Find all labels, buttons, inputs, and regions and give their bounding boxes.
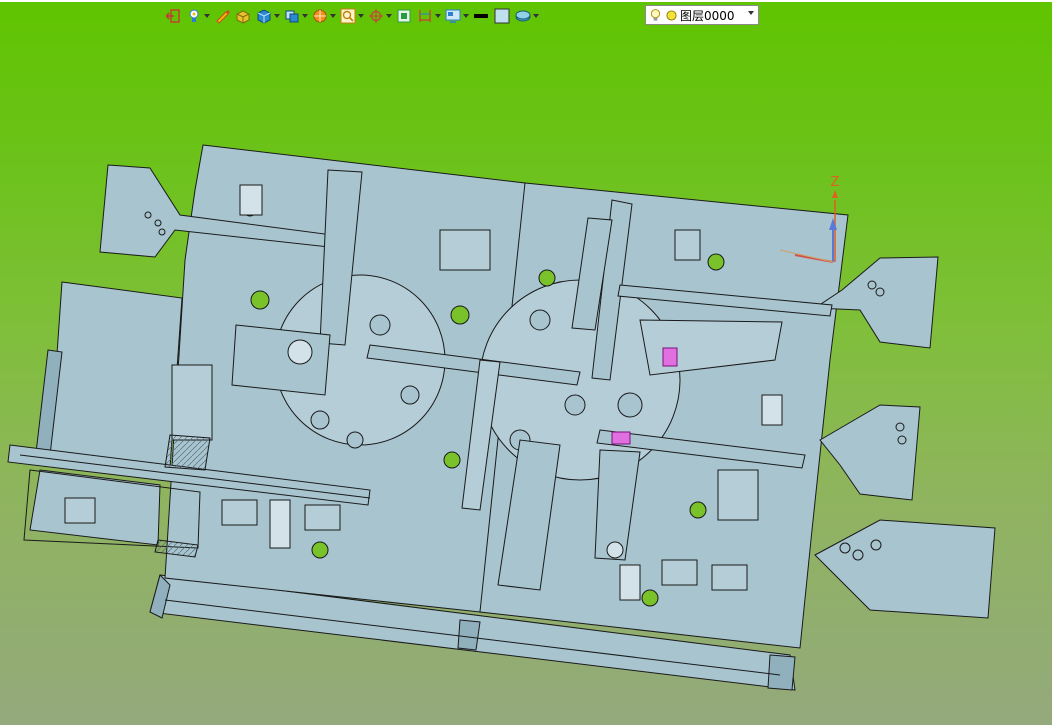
chevron-down-icon[interactable] xyxy=(203,7,210,25)
box-group xyxy=(234,6,252,26)
layer-name: 图层0000 xyxy=(680,8,735,23)
yellow-circle-icon xyxy=(665,7,678,23)
chevron-down-icon[interactable] xyxy=(357,7,364,25)
box-yellow-icon[interactable] xyxy=(234,7,252,25)
layer-dropdown[interactable]: 图层0000 xyxy=(645,5,759,25)
window-top-edge xyxy=(0,0,1052,2)
chevron-down-icon[interactable] xyxy=(462,7,469,25)
pencil-group xyxy=(213,6,231,26)
exit-group xyxy=(164,6,182,26)
line-weight-icon[interactable] xyxy=(472,7,490,25)
pencil-icon[interactable] xyxy=(213,7,231,25)
dimension-icon[interactable] xyxy=(416,7,434,25)
line-weight-group xyxy=(472,6,490,26)
zoom-group xyxy=(339,6,364,26)
frame-group xyxy=(395,6,413,26)
lightbulb-icon xyxy=(649,7,662,23)
view-group xyxy=(283,6,308,26)
triad-z-label: Z xyxy=(831,175,840,190)
lightbulb-pin-icon[interactable] xyxy=(185,7,203,25)
display-mode-icon[interactable] xyxy=(444,7,462,25)
chevron-down-icon[interactable] xyxy=(532,7,539,25)
cube-blue-icon[interactable] xyxy=(255,7,273,25)
frame-icon[interactable] xyxy=(395,7,413,25)
chevron-down-icon xyxy=(748,11,754,15)
chevron-down-icon[interactable] xyxy=(385,7,392,25)
material-icon[interactable] xyxy=(514,7,532,25)
render-group xyxy=(311,6,336,26)
zoom-fit-icon[interactable] xyxy=(339,7,357,25)
chevron-down-icon[interactable] xyxy=(301,7,308,25)
side-cabinet xyxy=(35,281,183,469)
rotate-group xyxy=(367,6,392,26)
view-cube-icon[interactable] xyxy=(283,7,301,25)
light-group xyxy=(185,6,210,26)
model-viewport[interactable]: Z xyxy=(0,30,1052,725)
chevron-down-icon[interactable] xyxy=(273,7,280,25)
material-group xyxy=(514,6,539,26)
chevron-down-icon[interactable] xyxy=(434,7,441,25)
cube-group xyxy=(255,6,280,26)
background-color-icon[interactable] xyxy=(493,7,511,25)
dimension-group xyxy=(416,6,441,26)
right-bracket-bottom xyxy=(814,519,996,619)
display-group xyxy=(444,6,469,26)
orange-sphere-icon[interactable] xyxy=(311,7,329,25)
view-toolbar xyxy=(164,5,539,27)
right-bracket-mid xyxy=(819,404,921,501)
chevron-down-icon[interactable] xyxy=(329,7,336,25)
rotate-axes-icon[interactable] xyxy=(367,7,385,25)
background-group xyxy=(493,6,511,26)
exit-icon[interactable] xyxy=(164,7,182,25)
